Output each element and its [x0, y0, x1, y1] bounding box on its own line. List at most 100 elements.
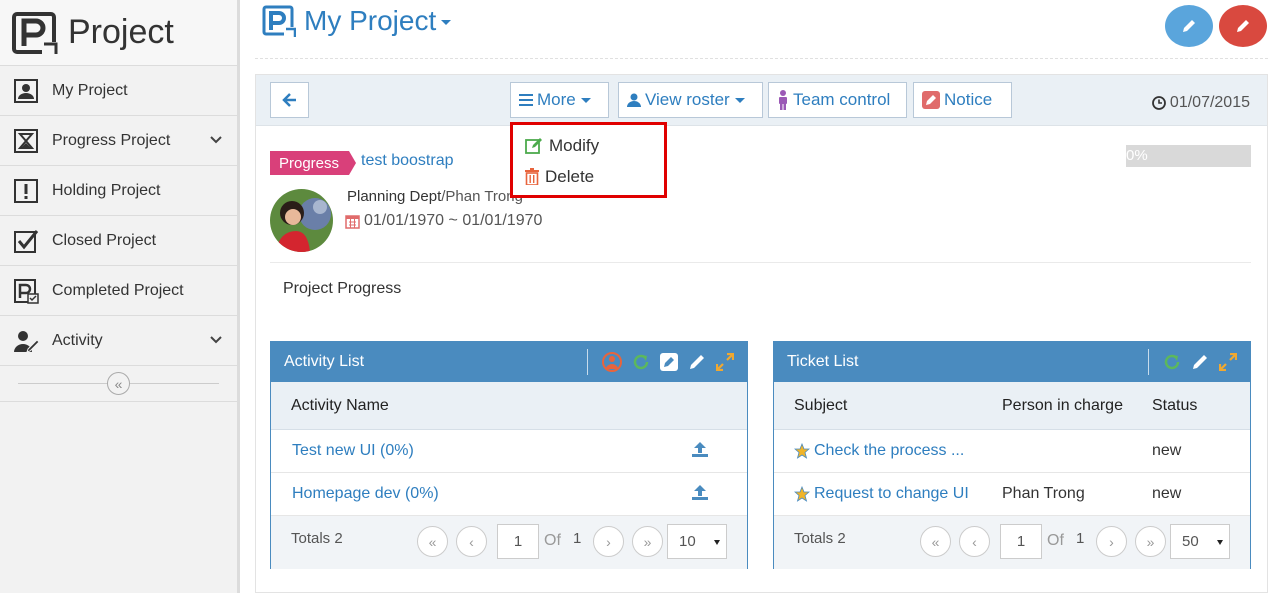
page-size-value: 10 [679, 533, 696, 550]
first-page-button[interactable]: « [417, 526, 448, 557]
first-page-button[interactable]: « [920, 526, 951, 557]
table-row: Request to change UI Phan Trong new [774, 473, 1250, 516]
notice-button[interactable]: Notice [913, 82, 1012, 118]
totals-label: Totals 2 [794, 530, 846, 547]
sidebar-collapse-button[interactable]: « [107, 372, 130, 395]
activity-link[interactable]: Homepage dev (0%) [271, 485, 691, 503]
divider [270, 262, 1251, 263]
next-page-button[interactable]: › [593, 526, 624, 557]
page-input[interactable] [1000, 524, 1042, 559]
activity-list-widget: Activity List Activity Name Test new UI … [270, 341, 748, 569]
date-text: 01/07/2015 [1169, 94, 1250, 111]
column-header: Subject [794, 396, 848, 414]
ticket-subject-cell: Request to change UI [774, 485, 1002, 503]
expand-icon[interactable] [716, 353, 734, 371]
view-roster-button[interactable]: View roster [618, 82, 763, 118]
progress-bar: 0% [1126, 145, 1251, 167]
table-header: Activity Name [271, 382, 747, 430]
chevron-down-icon[interactable] [209, 333, 223, 347]
page-title[interactable]: My Project [304, 5, 452, 37]
ticket-link[interactable]: Request to change UI [814, 485, 969, 503]
project-name-link[interactable]: test boostrap [361, 152, 454, 170]
prev-page-button[interactable]: ‹ [959, 526, 990, 557]
more-button[interactable]: More [510, 82, 609, 118]
department: Planning Dept [347, 188, 442, 205]
sidebar-item-label: Progress Project [52, 131, 171, 149]
project-dates: 01/01/1970 ~ 01/01/1970 [345, 212, 542, 230]
refresh-icon[interactable] [632, 353, 650, 371]
chevron-down-icon[interactable] [209, 133, 223, 147]
ticket-subject-cell: Check the process ... [774, 442, 1002, 460]
last-page-button[interactable]: » [632, 526, 663, 557]
brand-name: Project [68, 13, 174, 51]
ticket-status: new [1152, 485, 1182, 502]
sidebar: Project My Project Progress Project Hold… [0, 0, 240, 593]
sidebar-item-activity[interactable]: Activity [0, 316, 237, 366]
star-icon [794, 486, 810, 502]
user-status-icon[interactable] [602, 352, 622, 372]
brand[interactable]: Project [0, 0, 237, 66]
sidebar-item-label: Closed Project [52, 231, 157, 249]
pagination: Totals 2 « ‹ Of 1 › » 50 [774, 516, 1250, 569]
pencil-icon [1183, 20, 1195, 32]
expand-icon[interactable] [1219, 353, 1237, 371]
table-row: Homepage dev (0%) [271, 473, 747, 516]
upload-icon[interactable] [691, 440, 709, 463]
widget-tools [1148, 349, 1237, 375]
total-pages: 1 [573, 530, 582, 547]
widget-header: Ticket List [774, 342, 1250, 382]
team-control-label: Team control [793, 90, 891, 109]
edit-square-icon[interactable] [660, 353, 678, 371]
progress-text: 0% [1126, 147, 1148, 164]
sidebar-item-completed-project[interactable]: Completed Project [0, 266, 237, 316]
sidebar-item-holding-project[interactable]: Holding Project [0, 166, 237, 216]
refresh-icon[interactable] [1163, 353, 1181, 371]
page-size-select[interactable]: 50 [1170, 524, 1230, 559]
upload-icon[interactable] [691, 483, 709, 506]
section-title: Project Progress [283, 280, 402, 297]
caret-down-icon [580, 97, 591, 103]
ticket-status: new [1152, 442, 1182, 459]
clock-icon [1152, 96, 1166, 110]
trash-icon [525, 168, 539, 185]
edit-note-icon [922, 91, 940, 109]
delete-project-button[interactable] [1219, 5, 1267, 47]
notice-label: Notice [944, 90, 993, 109]
avatar[interactable] [270, 189, 333, 252]
page-input[interactable] [497, 524, 539, 559]
caret-down-icon [1217, 540, 1223, 545]
sidebar-item-label: Holding Project [52, 181, 161, 199]
pencil-icon[interactable] [688, 353, 706, 371]
date-range: 01/01/1970 ~ 01/01/1970 [364, 212, 543, 229]
star-icon [794, 443, 810, 459]
ticket-list-widget: Ticket List Subject Person in charge Sta… [773, 341, 1251, 569]
table-row: Test new UI (0%) [271, 430, 747, 473]
sidebar-item-progress-project[interactable]: Progress Project [0, 116, 237, 166]
sidebar-item-closed-project[interactable]: Closed Project [0, 216, 237, 266]
view-roster-label: View roster [645, 90, 730, 109]
edit-icon [525, 137, 543, 155]
modify-menu-item[interactable]: Modify [513, 130, 664, 161]
back-button[interactable] [270, 82, 309, 118]
person-in-charge: Phan Trong [1002, 485, 1085, 502]
pencil-icon[interactable] [1191, 353, 1209, 371]
calendar-icon [345, 214, 360, 229]
widget-title: Activity List [284, 353, 365, 370]
page-size-value: 50 [1182, 533, 1199, 550]
team-control-button[interactable]: Team control [768, 82, 907, 118]
status-badge: Progress [270, 151, 357, 175]
menu-item-label: Delete [545, 166, 595, 186]
delete-menu-item[interactable]: Delete [513, 161, 664, 192]
prev-page-button[interactable]: ‹ [456, 526, 487, 557]
next-page-button[interactable]: › [1096, 526, 1127, 557]
checkbox-icon [13, 228, 39, 254]
ticket-link[interactable]: Check the process ... [814, 442, 964, 460]
activity-link[interactable]: Test new UI (0%) [271, 442, 691, 460]
pencil-icon [1237, 20, 1249, 32]
column-header: Activity Name [291, 396, 389, 414]
last-page-button[interactable]: » [1135, 526, 1166, 557]
edit-button[interactable] [1165, 5, 1213, 47]
total-pages: 1 [1076, 530, 1085, 547]
sidebar-item-my-project[interactable]: My Project [0, 66, 237, 116]
page-size-select[interactable]: 10 [667, 524, 727, 559]
